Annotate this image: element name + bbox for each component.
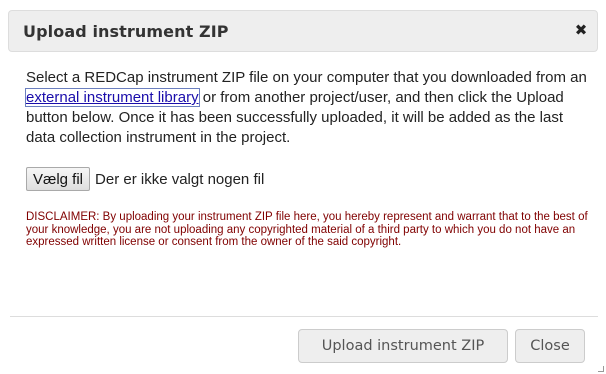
footer-divider: [10, 316, 598, 317]
choose-file-button[interactable]: Vælg fil: [26, 167, 91, 191]
dialog-titlebar[interactable]: Upload instrument ZIP ✖: [8, 10, 598, 52]
close-button[interactable]: Close: [515, 329, 585, 363]
instructions-text: Select a REDCap instrument ZIP file on y…: [25, 68, 592, 148]
close-icon[interactable]: ✖: [574, 22, 588, 38]
file-input[interactable]: Vælg fil Der er ikke valgt nogen fil: [26, 167, 264, 191]
file-status-text: Der er ikke valgt nogen fil: [95, 170, 265, 188]
upload-instrument-dialog: Upload instrument ZIP ✖ Select a REDCap …: [0, 0, 606, 374]
instructions-part-1: Select a REDCap instrument ZIP file on y…: [26, 69, 587, 86]
resize-grip[interactable]: [598, 366, 604, 372]
external-library-link[interactable]: external instrument library: [25, 88, 200, 107]
disclaimer-text: DISCLAIMER: By uploading your instrument…: [26, 211, 588, 248]
upload-instrument-button[interactable]: Upload instrument ZIP: [298, 329, 508, 363]
dialog-title: Upload instrument ZIP: [23, 22, 229, 41]
